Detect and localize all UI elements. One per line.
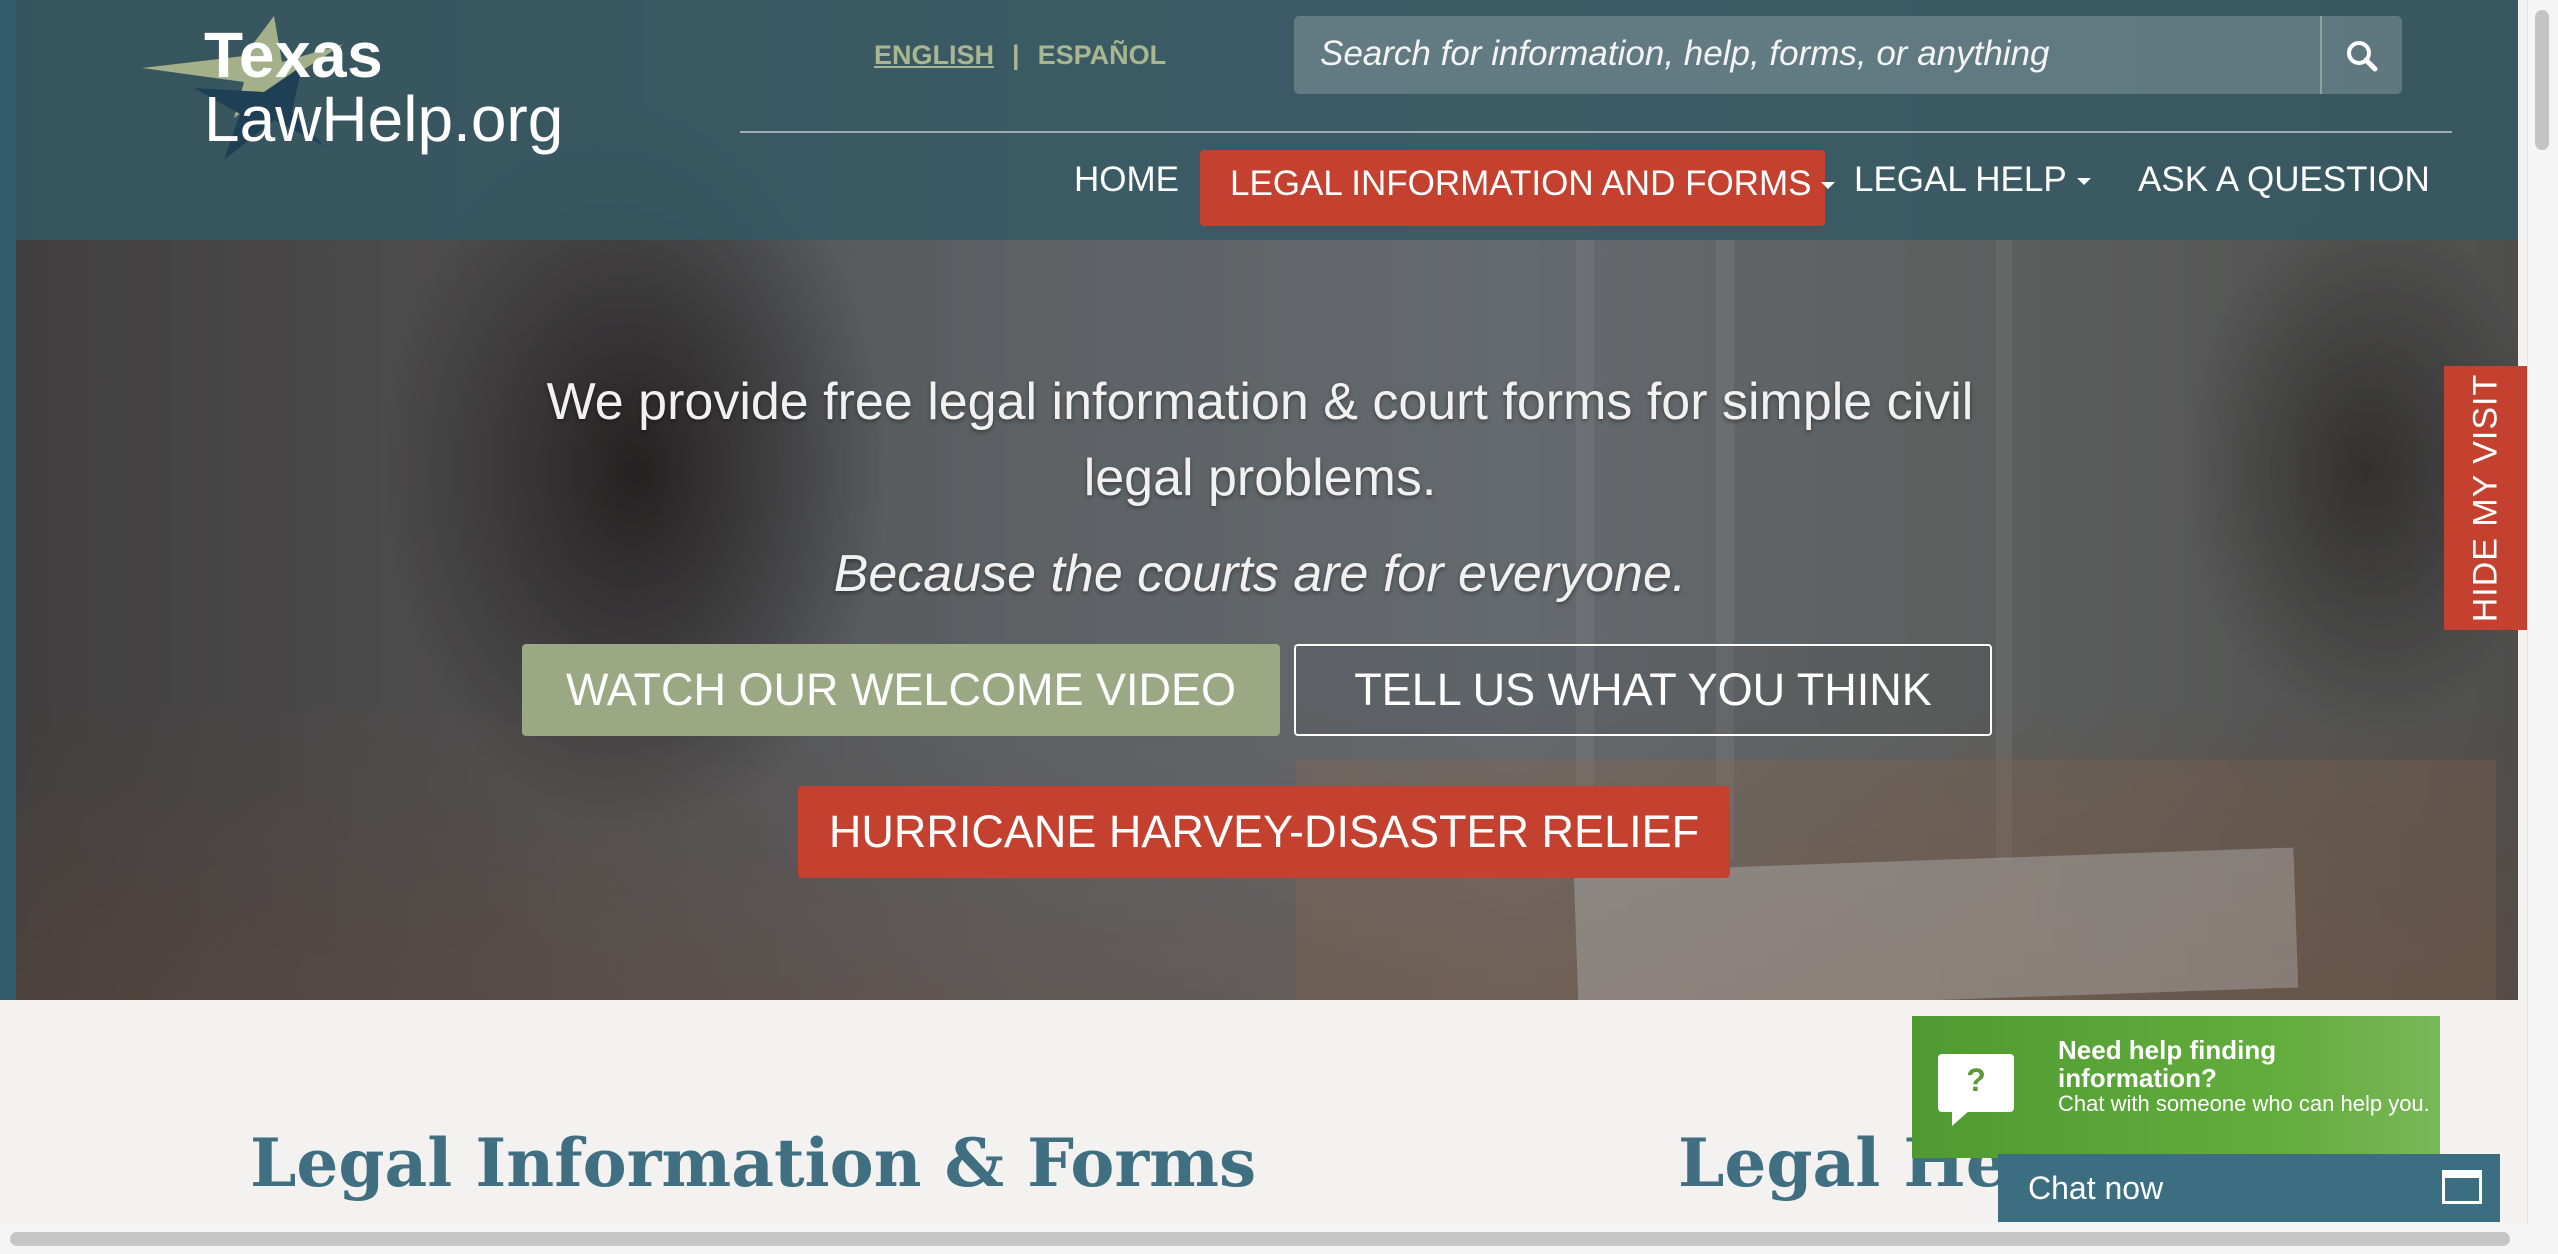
chat-now-bar[interactable]: Chat now bbox=[1998, 1154, 2500, 1222]
nav-legal-info-label: LEGAL INFORMATION AND FORMS bbox=[1230, 164, 1812, 203]
site-header: Texas LawHelp.org ENGLISH | ESPAÑOL Search… bbox=[16, 0, 2518, 240]
chat-promo-subtext: Chat with someone who can help you. bbox=[2058, 1091, 2430, 1116]
search-input[interactable]: Search for information, help, forms, or … bbox=[1320, 34, 2050, 74]
language-switcher: ENGLISH | ESPAÑOL bbox=[874, 40, 1166, 71]
section-title-legal-info-forms: Legal Information & Forms bbox=[250, 1124, 1257, 1202]
hero-subtagline: Because the courts are for everyone. bbox=[833, 545, 1687, 603]
nav-ask-question[interactable]: ASK A QUESTION bbox=[2138, 160, 2430, 200]
search-bar: Search for information, help, forms, or … bbox=[1294, 16, 2402, 94]
chat-promo-heading: Need help finding information? bbox=[2058, 1035, 2277, 1093]
tell-us-what-you-think-button[interactable]: TELL US WHAT YOU THINK bbox=[1294, 644, 1992, 736]
header-divider bbox=[740, 131, 2452, 133]
lang-spanish-link[interactable]: ESPAÑOL bbox=[1038, 40, 1167, 70]
watch-welcome-video-button[interactable]: WATCH OUR WELCOME VIDEO bbox=[522, 644, 1280, 736]
nav-legal-help[interactable]: LEGAL HELP bbox=[1854, 160, 2091, 200]
hurricane-harvey-button[interactable]: HURRICANE HARVEY-DISASTER RELIEF bbox=[798, 786, 1730, 878]
chat-window-icon[interactable] bbox=[2442, 1170, 2482, 1204]
vertical-scrollbar-thumb[interactable] bbox=[2535, 10, 2549, 150]
hide-my-visit-label: HIDE MY VISIT bbox=[2466, 373, 2505, 623]
nav-home[interactable]: HOME bbox=[1074, 160, 1179, 200]
nav-legal-info-forms[interactable]: LEGAL INFORMATION AND FORMS bbox=[1200, 150, 1836, 226]
chat-bubble-icon: ? bbox=[1938, 1054, 2014, 1126]
vertical-scrollbar[interactable] bbox=[2527, 0, 2558, 1254]
horizontal-scrollbar[interactable] bbox=[0, 1224, 2528, 1254]
nav-legal-help-label: LEGAL HELP bbox=[1854, 160, 2067, 199]
chat-now-label: Chat now bbox=[2028, 1170, 2164, 1206]
lang-english-link[interactable]: ENGLISH bbox=[874, 40, 994, 70]
lang-separator: | bbox=[1012, 40, 1020, 70]
chevron-down-icon bbox=[1821, 182, 1836, 190]
chat-promo-banner[interactable]: ? Need help finding information? Chat wi… bbox=[1912, 1016, 2440, 1158]
logo-text-texas[interactable]: Texas bbox=[204, 18, 383, 92]
hero-tagline: We provide free legal information & cour… bbox=[546, 373, 1974, 507]
hide-my-visit-button[interactable]: HIDE MY VISIT bbox=[2444, 366, 2528, 630]
search-button[interactable] bbox=[2320, 16, 2402, 94]
horizontal-scrollbar-thumb[interactable] bbox=[10, 1232, 2510, 1246]
chevron-down-icon bbox=[2076, 178, 2091, 186]
search-icon bbox=[2347, 41, 2378, 72]
question-mark: ? bbox=[1966, 1062, 1986, 1098]
logo-text-lawhelp[interactable]: LawHelp.org bbox=[204, 82, 563, 156]
page-edge-strip bbox=[0, 0, 16, 1000]
